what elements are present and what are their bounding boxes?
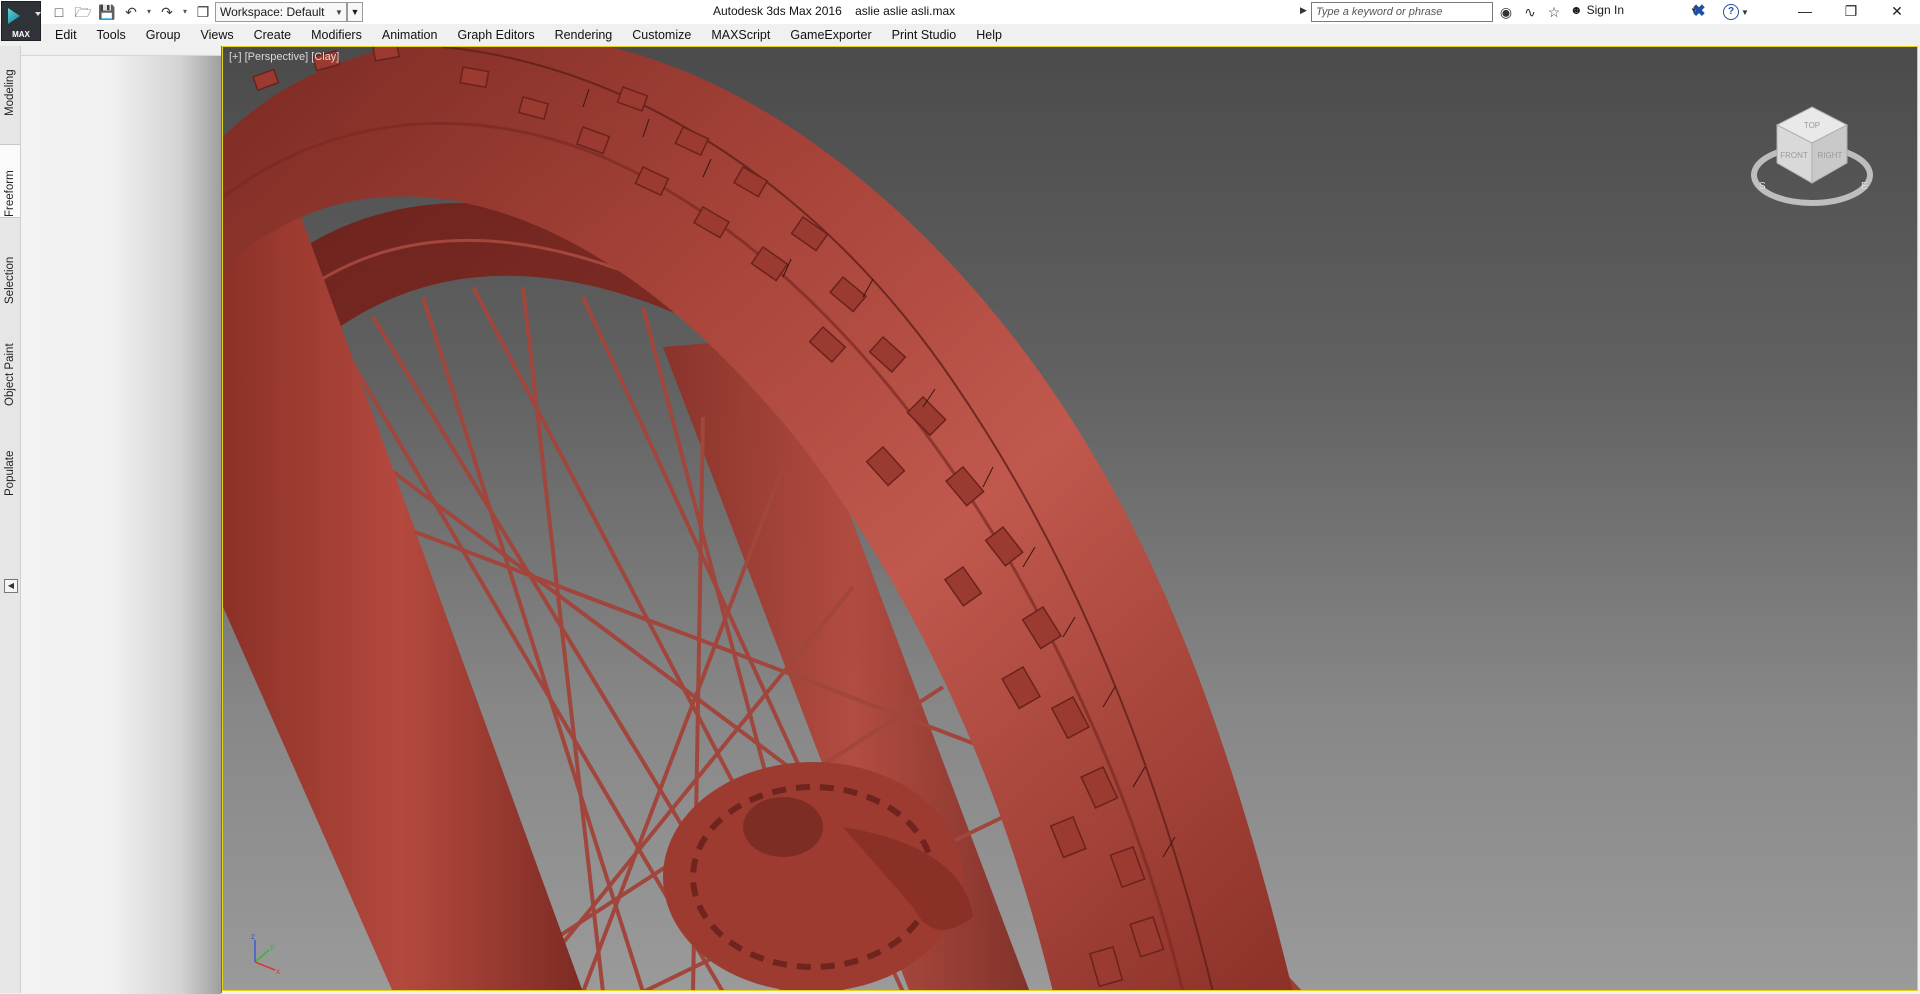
search-box[interactable] <box>1311 2 1493 22</box>
compass-east-label: E <box>1861 181 1868 192</box>
workspace-label: Workspace: Default <box>220 5 325 19</box>
redo-dropdown-icon[interactable]: ▾ <box>180 2 190 22</box>
search-input[interactable] <box>1312 3 1492 21</box>
tab-selection-label: Selection <box>4 256 16 304</box>
menu-modifiers[interactable]: Modifiers <box>301 24 372 46</box>
axis-y-label: y <box>270 942 274 951</box>
tab-modeling[interactable]: Modeling <box>0 52 20 116</box>
viewcube-navigator[interactable]: TOP FRONT RIGHT S E <box>1747 97 1877 217</box>
menu-tools[interactable]: Tools <box>87 24 136 46</box>
undo-icon[interactable]: ↶ <box>120 2 142 22</box>
scene-render <box>223 47 1302 990</box>
menu-animation[interactable]: Animation <box>372 24 448 46</box>
tab-object-paint-label: Object Paint <box>4 343 16 406</box>
ribbon-toggle-icon[interactable]: ◀ <box>4 579 18 593</box>
restore-icon[interactable]: ❐ <box>1828 0 1874 24</box>
menu-gameexporter[interactable]: GameExporter <box>780 24 881 46</box>
close-icon[interactable]: ✕ <box>1874 0 1920 24</box>
axis-z-label: z <box>251 932 255 941</box>
axis-x-label: x <box>276 967 280 976</box>
viewport-label[interactable]: [+] [Perspective] [Clay] <box>229 51 339 63</box>
chevron-down-icon: ▼ <box>1741 7 1749 17</box>
menu-customize[interactable]: Customize <box>622 24 701 46</box>
viewcube-right-label: RIGHT <box>1818 151 1843 160</box>
user-icon: ☻ <box>1570 3 1583 17</box>
menu-print-studio[interactable]: Print Studio <box>882 24 967 46</box>
project-folder-icon[interactable]: ❐ <box>192 2 214 22</box>
app-button-label: MAX <box>12 30 30 39</box>
quick-access-toolbar: □ 🗁 💾 ↶ ▾ ↷ ▾ ❐ <box>48 2 214 22</box>
tab-modeling-label: Modeling <box>4 69 16 116</box>
customize-toolbar-icon[interactable]: ▼ <box>347 2 363 22</box>
tab-selection[interactable]: Selection <box>0 246 20 304</box>
help-button[interactable]: ? ▼ <box>1723 2 1753 22</box>
menu-views[interactable]: Views <box>190 24 243 46</box>
minimize-icon[interactable]: — <box>1782 0 1828 24</box>
undo-dropdown-icon[interactable]: ▾ <box>144 2 154 22</box>
sign-in-button[interactable]: ☻ Sign In ▼ <box>1570 3 1698 17</box>
menu-bar: Edit Tools Group Views Create Modifiers … <box>0 24 1920 46</box>
viewcube-front-label: FRONT <box>1780 151 1808 160</box>
viewcube-top-label: TOP <box>1804 121 1820 130</box>
favorites-star-icon[interactable]: ☆ <box>1544 2 1564 22</box>
application-menu-button[interactable]: MAX <box>1 1 41 41</box>
menu-maxscript[interactable]: MAXScript <box>701 24 780 46</box>
compass-south-label: S <box>1759 181 1766 192</box>
axis-tripod-icon: x y z <box>251 932 280 976</box>
menu-group[interactable]: Group <box>136 24 191 46</box>
satellite-icon[interactable]: ∿ <box>1520 2 1540 22</box>
redo-icon[interactable]: ↷ <box>156 2 178 22</box>
save-file-icon[interactable]: 💾 <box>96 2 118 22</box>
binoculars-icon[interactable]: ◉ <box>1496 2 1516 22</box>
max-logo-icon <box>8 8 20 24</box>
menu-create[interactable]: Create <box>244 24 302 46</box>
tab-populate-label: Populate <box>4 450 16 496</box>
infocenter-toolbar: ◉ ∿ ☆ <box>1496 2 1564 22</box>
window-controls: — ❐ ✕ <box>1782 0 1920 24</box>
chevron-down-icon <box>35 12 41 16</box>
help-icon: ? <box>1723 4 1739 20</box>
ribbon-panel <box>21 55 221 994</box>
menu-edit[interactable]: Edit <box>55 24 87 46</box>
perspective-viewport[interactable]: [+] [Perspective] [Clay] TOP FRONT RIGHT… <box>222 46 1918 991</box>
chevron-down-icon: ▼ <box>335 7 343 17</box>
menu-help[interactable]: Help <box>966 24 1012 46</box>
open-file-icon[interactable]: 🗁 <box>72 2 94 22</box>
tab-populate[interactable]: Populate <box>0 438 20 496</box>
tab-freeform-label: Freeform <box>4 170 16 217</box>
exchange-apps-icon[interactable]: ✖ <box>1689 2 1709 22</box>
menu-rendering[interactable]: Rendering <box>545 24 623 46</box>
window-title: Autodesk 3ds Max 2016 aslie aslie asli.m… <box>713 4 956 18</box>
new-file-icon[interactable]: □ <box>48 2 70 22</box>
search-expand-icon[interactable]: ▶ <box>1300 5 1307 16</box>
sign-in-label: Sign In <box>1586 3 1624 17</box>
tab-freeform[interactable]: Freeform <box>0 144 20 218</box>
title-bar: □ 🗁 💾 ↶ ▾ ↷ ▾ ❐ Workspace: Default ▼ ▼ A… <box>0 0 1920 25</box>
workspace-dropdown[interactable]: Workspace: Default ▼ <box>215 2 347 22</box>
tab-object-paint[interactable]: Object Paint <box>0 336 20 406</box>
menu-graph-editors[interactable]: Graph Editors <box>447 24 544 46</box>
ribbon-tab-strip: Modeling Freeform Selection Object Paint… <box>0 46 21 993</box>
